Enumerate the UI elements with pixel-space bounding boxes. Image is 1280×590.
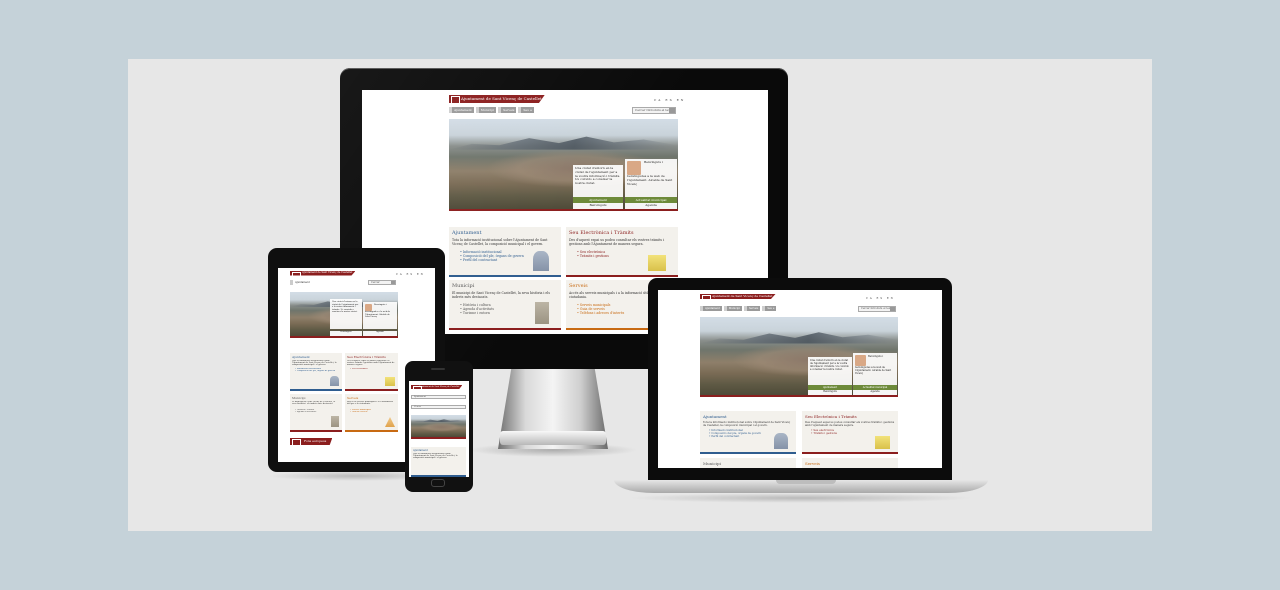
- tablet-tile-municipi[interactable]: Municipi El municipi de Sant Vicenç de C…: [290, 394, 342, 432]
- laptop-shadow: [628, 493, 974, 503]
- laptop-hero-foot-right[interactable]: Agenda: [853, 390, 897, 395]
- tablet-hero-mayor: Benvinguts i benvingudes a la web de l'A…: [363, 302, 397, 329]
- search-icon[interactable]: [669, 108, 675, 113]
- laptop-hero-card: Una ciutat d'entorn en la ciutat de l'aj…: [808, 357, 852, 387]
- tile-ajuntament[interactable]: Ajuntament Tota la informació institucio…: [449, 227, 561, 277]
- tablet-building-icon: [330, 376, 339, 386]
- laptop-notch: [776, 480, 836, 484]
- tablet-tile-ajuntament[interactable]: Ajuntament Tota la informació institucio…: [290, 353, 342, 391]
- nav-ajuntament[interactable]: Ajuntament: [449, 107, 474, 113]
- laptop-nav-serveis[interactable]: Serveis: [743, 306, 761, 311]
- laptop-nav-municipi[interactable]: Municipi: [723, 306, 742, 311]
- tablet-hero-foot-right[interactable]: Agenda: [363, 331, 397, 336]
- phone-search-input[interactable]: Cercar: [411, 405, 466, 409]
- laptop-logo[interactable]: Ajuntament de Sant Vicenç de Castellet: [700, 294, 776, 299]
- phone-home-button[interactable]: [431, 479, 445, 487]
- folder-icon: [648, 255, 666, 271]
- tablet-mayor-avatar: [365, 304, 372, 311]
- phone-hero: [411, 415, 466, 439]
- laptop-hero: Una ciutat d'entorn en la ciutat de l'aj…: [700, 317, 898, 397]
- laptop-nav: Ajuntament Municipi Serveis Seu e: [700, 306, 777, 311]
- main-nav: Ajuntament Municipi Serveis Seu e: [449, 107, 534, 113]
- tablet-tile-seu[interactable]: Seu Electrònica i Tràmits Des d'aquest e…: [345, 353, 398, 391]
- laptop-language-switch[interactable]: CA ES EN: [866, 297, 895, 300]
- nav-serveis[interactable]: Serveis: [498, 107, 517, 113]
- tablet-folder-icon: [385, 377, 395, 386]
- building-icon: [533, 251, 549, 271]
- phone-screen: Ajuntament de Sant Vicenç de Castellet A…: [409, 381, 469, 477]
- tablet-nav: Ajuntament: [290, 280, 312, 285]
- hero-foot-left[interactable]: Benvinguts: [573, 203, 623, 209]
- laptop-search-icon[interactable]: [890, 307, 895, 311]
- laptop-screen: Ajuntament de Sant Vicenç de Castellet C…: [658, 290, 942, 468]
- showcase-stage: Ajuntament de Sant Vicenç de Castellet C…: [128, 59, 1152, 531]
- laptop-hero-foot-left[interactable]: Benvinguts: [808, 390, 852, 395]
- tablet-cone-icon: [385, 417, 395, 427]
- nav-municipi[interactable]: Municipi: [475, 107, 497, 113]
- tablet-hero: Una ciutat d'entorn en la ciutat de l'aj…: [290, 292, 398, 338]
- laptop-folder-icon: [875, 436, 890, 449]
- tile-seu-electronica[interactable]: Seu Electrònica i Tràmits Des d'aquest e…: [566, 227, 678, 277]
- search-input[interactable]: Cercar Introduïu el text: [632, 107, 676, 114]
- tablet-footer-brand[interactable]: Fons europeus: [290, 438, 333, 445]
- tower-icon: [535, 302, 549, 324]
- nav-seu[interactable]: Seu e: [518, 107, 534, 113]
- tablet-hero-foot-left[interactable]: Benvinguts: [330, 331, 362, 336]
- tablet-tower-icon: [331, 416, 339, 427]
- tablet-search-input[interactable]: Cercar: [368, 280, 396, 285]
- tablet-nav-ajuntament[interactable]: Ajuntament: [290, 280, 312, 285]
- tablet-hero-card: Una ciutat d'entorn en la ciutat de l'aj…: [330, 299, 362, 329]
- hero-band-right[interactable]: Actualitat municipal: [625, 197, 677, 203]
- tablet-tile-serveis[interactable]: Serveis Accés als serveis municipals i a…: [345, 394, 398, 432]
- laptop-tile-seu[interactable]: Seu Electrònica i Tràmits Des d'aquest e…: [802, 411, 898, 454]
- laptop-device: Ajuntament de Sant Vicenç de Castellet C…: [648, 278, 952, 483]
- hero-banner: Una ciutat d'entorn en la ciutat de l'aj…: [449, 119, 678, 211]
- monitor-base: [500, 431, 606, 445]
- hero-mayor-card: Benvinguts i benvingudes a la web de l'A…: [625, 159, 677, 205]
- laptop-building-icon: [774, 433, 788, 449]
- laptop-tile-ajuntament[interactable]: Ajuntament Tota la informació institucio…: [700, 411, 796, 454]
- hero-foot-right[interactable]: Agenda: [625, 203, 677, 209]
- phone-logo[interactable]: Ajuntament de Sant Vicenç de Castellet: [411, 385, 463, 389]
- language-switch[interactable]: CA ES EN: [654, 98, 685, 102]
- mayor-avatar: [627, 161, 641, 175]
- laptop-nav-ajuntament[interactable]: Ajuntament: [700, 306, 722, 311]
- phone-speaker: [431, 368, 445, 370]
- laptop-search-input[interactable]: Cercar Introduïu el text: [858, 306, 896, 312]
- tablet-logo[interactable]: Ajuntament de Sant Vicenç de Castellet: [290, 271, 356, 276]
- phone-device: Ajuntament de Sant Vicenç de Castellet A…: [405, 361, 473, 492]
- hero-intro-card: Una ciutat d'entorn en la ciutat de l'aj…: [573, 165, 623, 205]
- phone-tile-ajuntament[interactable]: Ajuntament Tota la informació institucio…: [411, 447, 466, 477]
- hero-band-left[interactable]: Ajuntament: [573, 197, 623, 203]
- tablet-search-icon[interactable]: [391, 281, 395, 284]
- phone-menu[interactable]: Ajuntament: [411, 395, 466, 399]
- laptop-tile-serveis[interactable]: Serveis: [802, 458, 898, 468]
- site-logo[interactable]: Ajuntament de Sant Vicenç de Castellet: [449, 95, 545, 103]
- laptop-mayor-avatar: [855, 355, 866, 366]
- tile-municipi[interactable]: Municipi El municipi de Sant Vicenç de C…: [449, 280, 561, 330]
- laptop-hero-mayor: Benvinguts i benvingudes a la web de l'A…: [853, 353, 897, 387]
- laptop-tile-municipi[interactable]: Municipi: [700, 458, 796, 468]
- tablet-language-switch[interactable]: CA ES EN: [396, 273, 425, 276]
- laptop-nav-seu[interactable]: Seu e: [762, 306, 777, 311]
